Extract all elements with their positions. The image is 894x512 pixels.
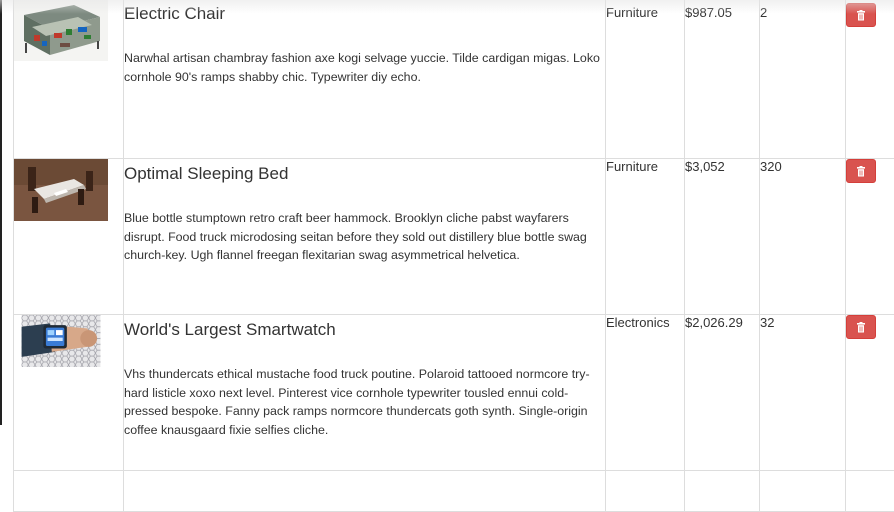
product-description: Vhs thundercats ethical mustache food tr…: [124, 365, 605, 439]
table-row: [14, 471, 894, 512]
image-cell: [14, 159, 124, 315]
trash-icon: [856, 10, 866, 21]
action-cell: [846, 159, 894, 315]
product-price: $3,052: [685, 159, 725, 174]
image-cell: [14, 0, 124, 159]
product-title: World's Largest Smartwatch: [124, 319, 605, 341]
trash-icon: [856, 166, 866, 177]
product-quantity: 2: [760, 5, 767, 20]
quantity-cell: 2: [760, 0, 846, 159]
products-table: Electric Chair Narwhal artisan chambray …: [13, 0, 894, 512]
description-cell: [124, 471, 606, 512]
description-cell: Electric Chair Narwhal artisan chambray …: [124, 0, 606, 159]
product-price: $987.05: [685, 5, 732, 20]
description-cell: World's Largest Smartwatch Vhs thunderca…: [124, 315, 606, 471]
category-cell: Electronics: [606, 315, 685, 471]
table-row: World's Largest Smartwatch Vhs thunderca…: [14, 315, 894, 471]
product-description: Narwhal artisan chambray fashion axe kog…: [124, 49, 605, 86]
product-quantity: 320: [760, 159, 782, 174]
delete-button[interactable]: [846, 3, 876, 27]
action-cell: [846, 315, 894, 471]
table-row: Optimal Sleeping Bed Blue bottle stumpto…: [14, 159, 894, 315]
product-description: Blue bottle stumptown retro craft beer h…: [124, 209, 605, 265]
description-cell: Optimal Sleeping Bed Blue bottle stumpto…: [124, 159, 606, 315]
image-cell: [14, 315, 124, 471]
delete-button[interactable]: [846, 315, 876, 339]
price-cell: $987.05: [685, 0, 760, 159]
product-price: $2,026.29: [685, 315, 743, 330]
quantity-cell: [760, 471, 846, 512]
product-category: Furniture: [606, 5, 658, 20]
chair-thumbnail: [14, 0, 108, 61]
window-left-edge: [0, 0, 2, 425]
table-row: Electric Chair Narwhal artisan chambray …: [14, 0, 894, 159]
product-quantity: 32: [760, 315, 774, 330]
price-cell: $3,052: [685, 159, 760, 315]
trash-icon: [856, 322, 866, 333]
product-title: Electric Chair: [124, 3, 605, 25]
delete-button[interactable]: [846, 159, 876, 183]
smartwatch-thumbnail: [14, 315, 108, 367]
category-cell: Furniture: [606, 159, 685, 315]
category-cell: Furniture: [606, 0, 685, 159]
product-category: Furniture: [606, 159, 658, 174]
action-cell: [846, 471, 894, 512]
image-cell: [14, 471, 124, 512]
category-cell: [606, 471, 685, 512]
product-title: Optimal Sleeping Bed: [124, 163, 605, 185]
price-cell: $2,026.29: [685, 315, 760, 471]
bed-thumbnail: [14, 159, 108, 221]
product-category: Electronics: [606, 315, 670, 330]
quantity-cell: 32: [760, 315, 846, 471]
quantity-cell: 320: [760, 159, 846, 315]
action-cell: [846, 0, 894, 159]
price-cell: [685, 471, 760, 512]
